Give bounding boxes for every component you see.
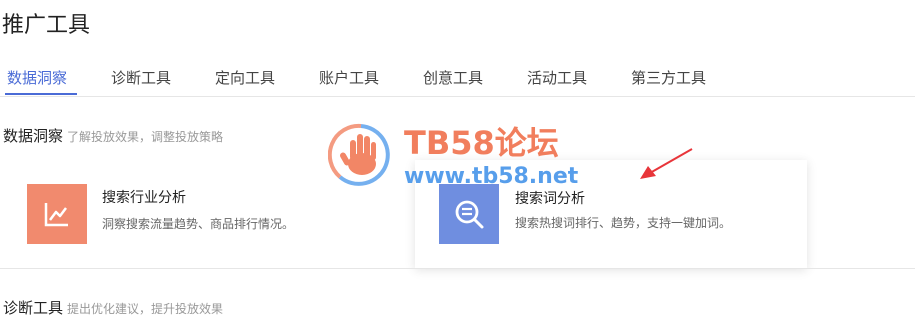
tab-bar: 数据洞察 诊断工具 定向工具 账户工具 创意工具 活动工具 第三方工具 <box>0 63 915 97</box>
card-description: 搜索热搜词排行、趋势，支持一键加词。 <box>515 216 732 230</box>
card-title: 搜索行业分析 <box>102 190 186 206</box>
watermark-url: www.tb58.net <box>404 164 579 189</box>
annotation-arrow-icon <box>640 148 693 179</box>
tab-targeting[interactable]: 定向工具 <box>215 67 275 88</box>
watermark: TB58论坛 www.tb58.net <box>328 118 578 194</box>
tab-activity[interactable]: 活动工具 <box>527 67 587 88</box>
line-chart-icon <box>27 184 87 244</box>
section-description: 了解投放效果，调整投放策略 <box>67 130 224 144</box>
tab-data-insight[interactable]: 数据洞察 <box>7 67 67 88</box>
section-divider <box>0 268 915 269</box>
hand-logo-icon <box>328 123 390 186</box>
active-tab-indicator <box>5 93 77 95</box>
tab-diagnosis[interactable]: 诊断工具 <box>111 67 171 88</box>
card-search-industry-analysis[interactable]: 搜索行业分析 洞察搜索流量趋势、商品排行情况。 <box>10 170 380 260</box>
card-description: 洞察搜索流量趋势、商品排行情况。 <box>102 217 295 231</box>
tab-creative[interactable]: 创意工具 <box>423 67 483 88</box>
page-title: 推广工具 <box>2 13 91 38</box>
section-description: 提出优化建议，提升投放效果 <box>67 302 224 316</box>
section-title-diagnosis: 诊断工具 提出优化建议，提升投放效果 <box>3 297 223 318</box>
tab-third-party[interactable]: 第三方工具 <box>631 67 706 88</box>
section-title-text: 诊断工具 <box>3 299 64 317</box>
section-title-data-insight: 数据洞察 了解投放效果，调整投放策略 <box>3 125 223 146</box>
tab-account[interactable]: 账户工具 <box>319 67 379 88</box>
watermark-title: TB58论坛 <box>404 124 559 162</box>
section-title-text: 数据洞察 <box>3 127 64 145</box>
